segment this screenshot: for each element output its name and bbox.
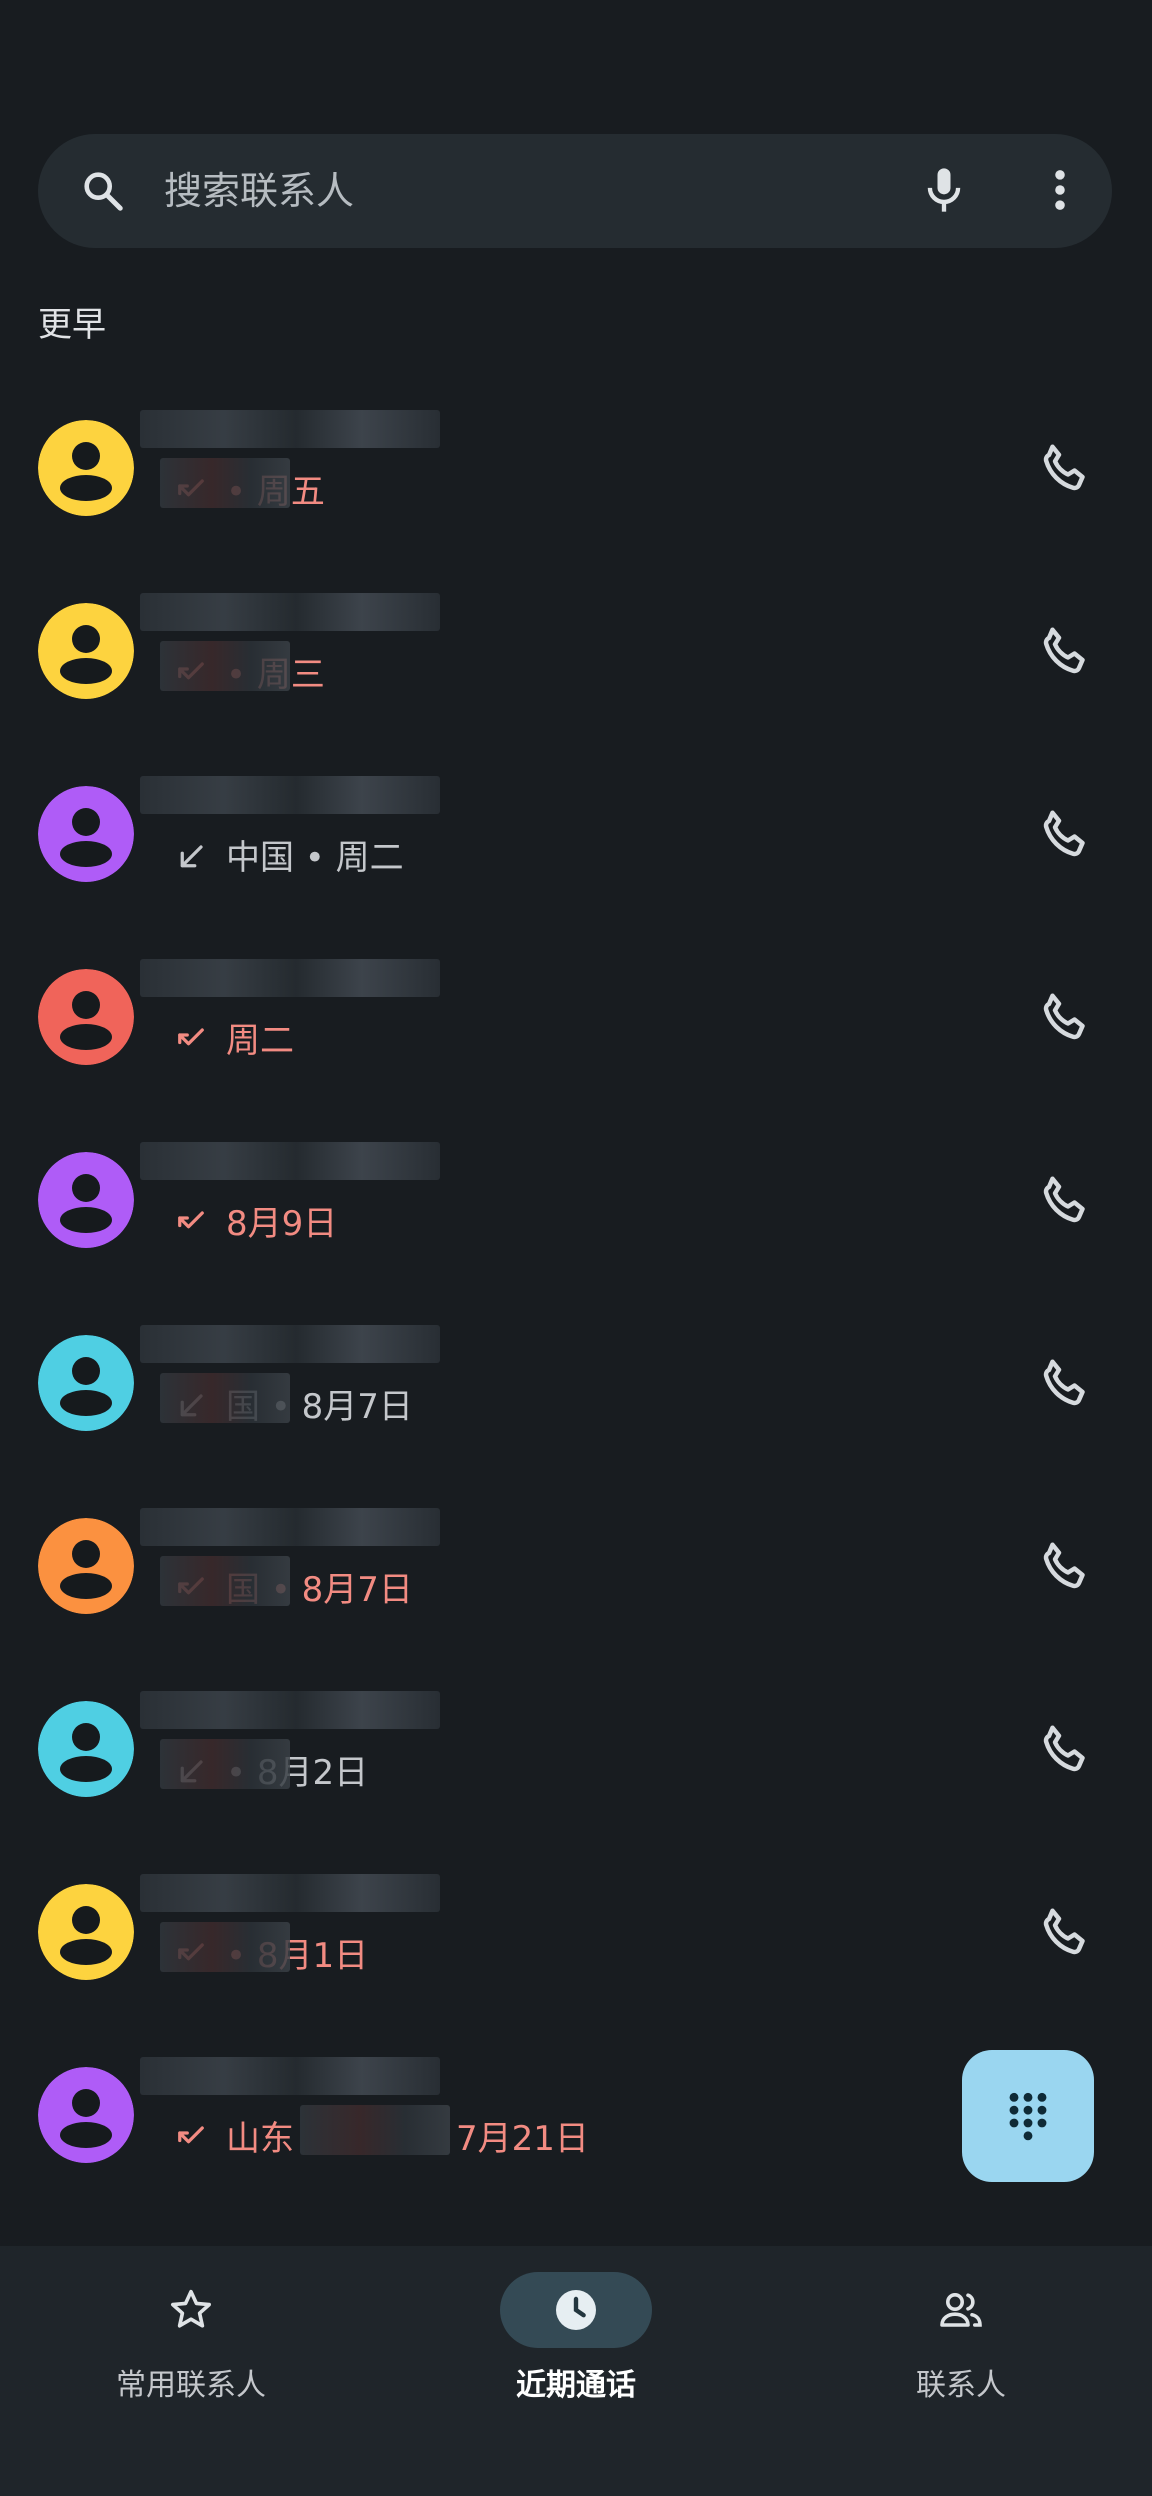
search-bar[interactable]: 搜索联系人	[38, 134, 1112, 248]
phone-icon[interactable]	[1036, 1719, 1096, 1779]
nav-active-indicator	[500, 2272, 652, 2348]
call-log-row[interactable]: 国 • 8月7日	[0, 1474, 1152, 1657]
person-icon	[38, 420, 134, 516]
nav-contacts[interactable]: 联系人	[831, 2272, 1091, 2432]
search-icon	[84, 172, 123, 211]
phone-icon[interactable]	[1036, 987, 1096, 1047]
phone-icon[interactable]	[1036, 1536, 1096, 1596]
clock-icon	[556, 2290, 596, 2330]
mic-icon[interactable]	[918, 164, 970, 216]
search-input[interactable]: 搜索联系人	[164, 162, 354, 220]
nav-recents[interactable]: 近期通话	[446, 2272, 706, 2432]
missed-call-icon	[178, 2126, 204, 2144]
dialpad-icon	[1009, 2092, 1047, 2141]
call-log-row[interactable]: • 8月2日	[0, 1657, 1152, 1840]
redacted-contact-name	[140, 2057, 440, 2095]
star-icon	[171, 2289, 211, 2328]
nav-favorites-label: 常用联系人	[116, 2368, 266, 2403]
phone-icon[interactable]	[1036, 804, 1096, 864]
redacted-detail	[160, 1556, 290, 1606]
person-icon	[38, 1518, 134, 1614]
avatar	[38, 1701, 134, 1797]
bottom-navigation: 常用联系人 近期通话 联系人	[0, 2246, 1152, 2496]
phone-icon[interactable]	[1036, 621, 1096, 681]
redacted-contact-name	[140, 410, 440, 448]
redacted-contact-name	[140, 593, 440, 631]
people-icon	[940, 2293, 982, 2327]
avatar	[38, 969, 134, 1065]
avatar	[38, 786, 134, 882]
call-log-row[interactable]: • 周五	[0, 376, 1152, 559]
call-detail: 周二	[226, 1021, 294, 1061]
avatar	[38, 1518, 134, 1614]
nav-favorites[interactable]: 常用联系人	[61, 2272, 321, 2432]
call-log-row[interactable]: • 8月1日	[0, 1840, 1152, 2023]
redacted-contact-name	[140, 1508, 440, 1546]
person-icon	[38, 1152, 134, 1248]
more-vert-icon[interactable]	[1034, 164, 1086, 216]
person-icon	[38, 786, 134, 882]
call-log-row[interactable]: 周二	[0, 925, 1152, 1108]
redacted-detail	[160, 1373, 290, 1423]
person-icon	[38, 603, 134, 699]
nav-recents-label: 近期通话	[516, 2368, 636, 2403]
redacted-detail	[160, 1922, 290, 1972]
call-detail: 8月9日	[226, 1204, 338, 1244]
person-icon	[38, 1335, 134, 1431]
missed-call-icon	[178, 1211, 204, 1229]
redacted-contact-name	[140, 1691, 440, 1729]
avatar	[38, 420, 134, 516]
person-icon	[38, 969, 134, 1065]
redacted-detail	[160, 458, 290, 508]
redacted-contact-name	[140, 1874, 440, 1912]
call-detail: 中国 • 周二	[226, 838, 404, 878]
person-icon	[38, 1701, 134, 1797]
avatar	[38, 1884, 134, 1980]
phone-icon[interactable]	[1036, 1353, 1096, 1413]
missed-call-icon	[178, 1028, 204, 1046]
call-date: 7月21日	[456, 2119, 589, 2159]
call-log-row[interactable]: 中国 • 周二	[0, 742, 1152, 925]
phone-icon[interactable]	[1036, 1902, 1096, 1962]
nav-contacts-label: 联系人	[916, 2368, 1006, 2403]
redacted-detail	[160, 1739, 290, 1789]
person-icon	[38, 2067, 134, 2163]
avatar	[38, 1335, 134, 1431]
phone-icon[interactable]	[1036, 438, 1096, 498]
call-log-row[interactable]: 8月9日	[0, 1108, 1152, 1291]
redacted-contact-name	[140, 959, 440, 997]
call-log-row[interactable]: 国 • 8月7日	[0, 1291, 1152, 1474]
redacted-contact-name	[140, 1325, 440, 1363]
redacted-detail	[160, 641, 290, 691]
incoming-call-icon	[180, 845, 203, 868]
redacted-contact-name	[140, 776, 440, 814]
dialpad-button[interactable]	[962, 2050, 1094, 2182]
avatar	[38, 603, 134, 699]
phone-icon[interactable]	[1036, 1170, 1096, 1230]
avatar	[38, 2067, 134, 2163]
call-detail: 山东	[226, 2119, 294, 2159]
avatar	[38, 1152, 134, 1248]
redacted-detail	[300, 2105, 450, 2155]
section-header: 更早	[38, 305, 106, 345]
person-icon	[38, 1884, 134, 1980]
redacted-contact-name	[140, 1142, 440, 1180]
call-log-row[interactable]: • 周三	[0, 559, 1152, 742]
